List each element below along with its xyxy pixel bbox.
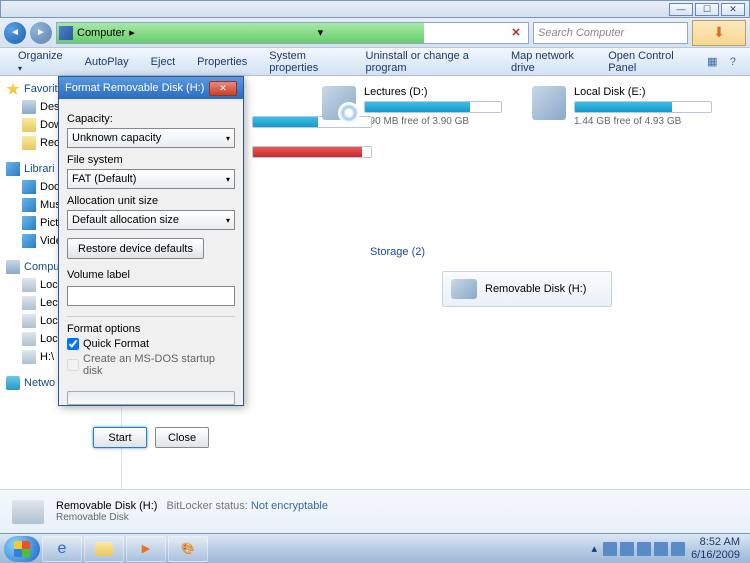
dialog-title: Format Removable Disk (H:) <box>65 82 204 94</box>
star-icon <box>6 82 20 96</box>
drive-icon <box>22 278 36 292</box>
drive-icon <box>22 332 36 346</box>
drive-free-text: 890 MB free of 3.90 GB <box>364 116 502 127</box>
organize-menu[interactable]: Organize <box>8 46 73 78</box>
capacity-bar <box>364 101 502 113</box>
allocation-select[interactable]: Default allocation size <box>67 210 235 230</box>
navigation-bar: ◄ ► Computer ▸ ▾ ✕ Search Computer ⬇ <box>0 18 750 48</box>
autoplay-button[interactable]: AutoPlay <box>75 52 139 72</box>
library-icon <box>6 162 20 176</box>
drive-icon <box>322 86 356 120</box>
storage-group-header[interactable]: Storage (2) <box>370 246 425 258</box>
folder-icon <box>95 542 113 556</box>
download-icon: ⬇ <box>713 24 725 41</box>
drive-icon <box>22 296 36 310</box>
tray-network-icon[interactable] <box>654 542 668 556</box>
command-bar: Organize AutoPlay Eject Properties Syste… <box>0 48 750 76</box>
network-icon <box>6 376 20 390</box>
taskbar-explorer[interactable] <box>84 536 124 562</box>
drive-local-e[interactable]: Local Disk (E:) 1.44 GB free of 4.93 GB <box>532 86 712 127</box>
map-drive-button[interactable]: Map network drive <box>501 46 596 78</box>
back-button[interactable]: ◄ <box>4 22 26 44</box>
clock[interactable]: 8:52 AM 6/16/2009 <box>691 536 740 560</box>
window-controls: — ☐ ✕ <box>0 0 750 18</box>
folder-icon <box>22 136 36 150</box>
drive-icon <box>532 86 566 120</box>
start-button[interactable] <box>4 536 40 562</box>
help-icon[interactable]: ? <box>724 51 742 73</box>
tray-icon[interactable] <box>603 542 617 556</box>
removable-drive-icon <box>12 500 44 524</box>
taskbar: e ▶ 🎨 ▴ 8:52 AM 6/16/2009 <box>0 533 750 563</box>
breadcrumb-root[interactable]: Computer <box>77 27 125 39</box>
format-dialog: Format Removable Disk (H:) ✕ Capacity: U… <box>58 76 244 406</box>
capacity-select[interactable]: Unknown capacity <box>67 128 235 148</box>
drive-icon <box>22 350 36 364</box>
breadcrumb-sep[interactable]: ▸ <box>129 26 135 39</box>
music-icon <box>22 198 36 212</box>
details-pane: Removable Disk (H:) BitLocker status: No… <box>0 489 750 533</box>
allocation-label: Allocation unit size <box>67 195 235 207</box>
dropdown-icon[interactable]: ▾ <box>310 24 330 42</box>
tray-volume-icon[interactable] <box>671 542 685 556</box>
computer-icon <box>59 26 73 40</box>
tray-expand-icon[interactable]: ▴ <box>592 542 598 555</box>
addon-button[interactable]: ⬇ <box>692 20 746 46</box>
format-options-label: Format options <box>67 323 235 335</box>
videos-icon <box>22 234 36 248</box>
start-button[interactable]: Start <box>93 427 147 448</box>
tray-icon[interactable] <box>637 542 651 556</box>
msdos-checkbox[interactable]: Create an MS-DOS startup disk <box>67 353 235 377</box>
drive-icon <box>22 314 36 328</box>
tray-icon[interactable] <box>620 542 634 556</box>
taskbar-ie[interactable]: e <box>42 536 82 562</box>
removable-drive-icon <box>451 279 477 299</box>
drive-name: Lectures (D:) <box>364 86 502 98</box>
capacity-label: Capacity: <box>67 113 235 125</box>
drive-lectures[interactable]: Lectures (D:) 890 MB free of 3.90 GB <box>322 86 502 127</box>
restore-defaults-button[interactable]: Restore device defaults <box>67 238 204 259</box>
volume-label-label: Volume label <box>67 269 235 281</box>
window-close-button[interactable]: ✕ <box>721 3 745 16</box>
properties-button[interactable]: Properties <box>187 52 257 72</box>
filesystem-label: File system <box>67 154 235 166</box>
minimize-button[interactable]: — <box>669 3 693 16</box>
documents-icon <box>22 180 36 194</box>
computer-icon <box>6 260 20 274</box>
eject-button[interactable]: Eject <box>141 52 185 72</box>
taskbar-paint[interactable]: 🎨 <box>168 536 208 562</box>
quick-format-checkbox[interactable]: Quick Format <box>67 338 235 350</box>
drive-removable[interactable]: Removable Disk (H:) <box>442 271 612 307</box>
uninstall-button[interactable]: Uninstall or change a program <box>356 46 499 78</box>
system-tray: ▴ 8:52 AM 6/16/2009 <box>592 536 746 560</box>
bitlocker-label: BitLocker status: <box>167 500 248 512</box>
drive-free-text: 1.44 GB free of 4.93 GB <box>574 116 712 127</box>
maximize-button[interactable]: ☐ <box>695 3 719 16</box>
view-icon[interactable]: ▦ <box>703 51 721 73</box>
volume-label-input[interactable] <box>67 286 235 306</box>
stop-icon[interactable]: ✕ <box>506 24 526 42</box>
folder-icon <box>22 118 36 132</box>
address-bar[interactable]: Computer ▸ ▾ ✕ <box>56 22 529 44</box>
dialog-close-button[interactable]: ✕ <box>209 81 237 96</box>
control-panel-button[interactable]: Open Control Panel <box>598 46 699 78</box>
dialog-titlebar[interactable]: Format Removable Disk (H:) ✕ <box>59 77 243 99</box>
details-type: Removable Disk <box>56 512 328 523</box>
close-button[interactable]: Close <box>155 427 209 448</box>
format-progress <box>67 391 235 405</box>
pictures-icon <box>22 216 36 230</box>
desktop-icon <box>22 100 36 114</box>
filesystem-select[interactable]: FAT (Default) <box>67 169 235 189</box>
taskbar-media[interactable]: ▶ <box>126 536 166 562</box>
drive-name: Local Disk (E:) <box>574 86 712 98</box>
system-properties-button[interactable]: System properties <box>259 46 353 78</box>
details-name: Removable Disk (H:) <box>56 500 157 512</box>
bitlocker-status: Not encryptable <box>251 500 328 512</box>
forward-button[interactable]: ► <box>30 22 52 44</box>
search-input[interactable]: Search Computer <box>533 22 688 44</box>
drive-name: Removable Disk (H:) <box>485 283 586 295</box>
capacity-bar <box>574 101 712 113</box>
